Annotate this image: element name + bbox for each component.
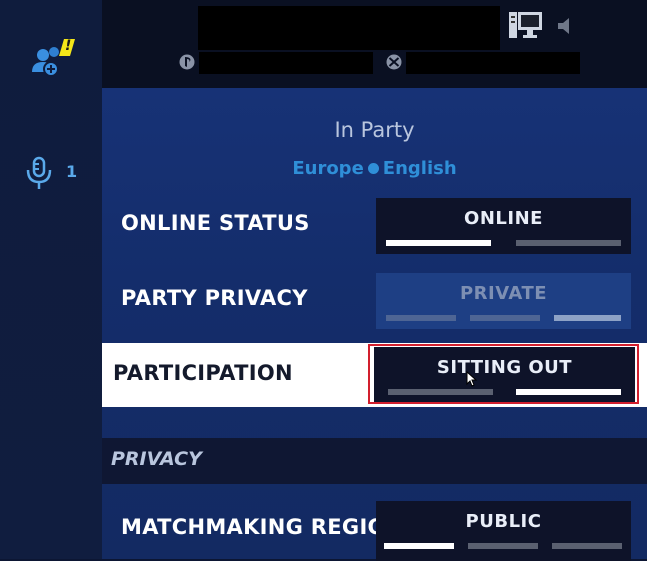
selection-highlight [368, 344, 639, 404]
online-status-value: ONLINE [464, 208, 543, 229]
redacted-player-name [198, 6, 500, 50]
option-bar [468, 543, 538, 549]
option-bar [470, 315, 540, 321]
party-region-language: Europe English [102, 158, 647, 179]
option-bar [516, 240, 621, 246]
matchmaking-region-value: PUBLIC [465, 511, 542, 532]
voice-count: 1 [66, 162, 78, 181]
participation-row: PARTICIPATION SITTING OUT [102, 343, 647, 407]
option-bar-selected [384, 543, 454, 549]
option-bar [386, 315, 456, 321]
party-title: In Party [334, 118, 415, 142]
party-language: English [382, 158, 457, 179]
speaker-icon[interactable] [556, 16, 574, 36]
matchmaking-region-label: MATCHMAKING REGION [121, 515, 404, 539]
separator-dot [367, 162, 379, 174]
left-sidebar: ! 1 [0, 0, 102, 559]
alert-badge-mark: ! [65, 38, 72, 54]
xbox-icon [386, 54, 402, 70]
party-region: Europe [292, 158, 364, 179]
mouse-cursor-icon [466, 370, 478, 387]
option-indicator [384, 543, 622, 549]
redacted-psn-id [199, 52, 373, 74]
privacy-section-title: PRIVACY [111, 448, 202, 470]
online-status-label: ONLINE STATUS [121, 211, 310, 235]
voice-chat-indicator[interactable]: 1 [24, 156, 84, 192]
party-privacy-value: PRIVATE [459, 283, 548, 304]
pc-monitor-icon [508, 10, 544, 42]
player-header [102, 0, 647, 88]
playstation-icon [179, 54, 195, 70]
privacy-section-header: PRIVACY [102, 438, 647, 484]
party-settings-panel: In Party Europe English ONLINE STATUS ONL… [102, 88, 647, 561]
option-bar-selected [386, 240, 491, 246]
redacted-xbox-id [406, 52, 580, 74]
online-status-selector[interactable]: ONLINE [376, 198, 631, 254]
party-privacy-selector[interactable]: PRIVATE [376, 273, 631, 329]
microphone-icon [26, 156, 52, 189]
option-indicator [386, 240, 621, 246]
party-privacy-label: PARTY PRIVACY [121, 286, 308, 310]
matchmaking-region-selector[interactable]: PUBLIC [376, 501, 631, 561]
option-bar [552, 543, 622, 549]
add-friend-button[interactable]: ! [30, 36, 76, 82]
option-bar-selected [554, 315, 621, 321]
option-indicator [386, 315, 621, 321]
participation-label: PARTICIPATION [113, 361, 293, 385]
